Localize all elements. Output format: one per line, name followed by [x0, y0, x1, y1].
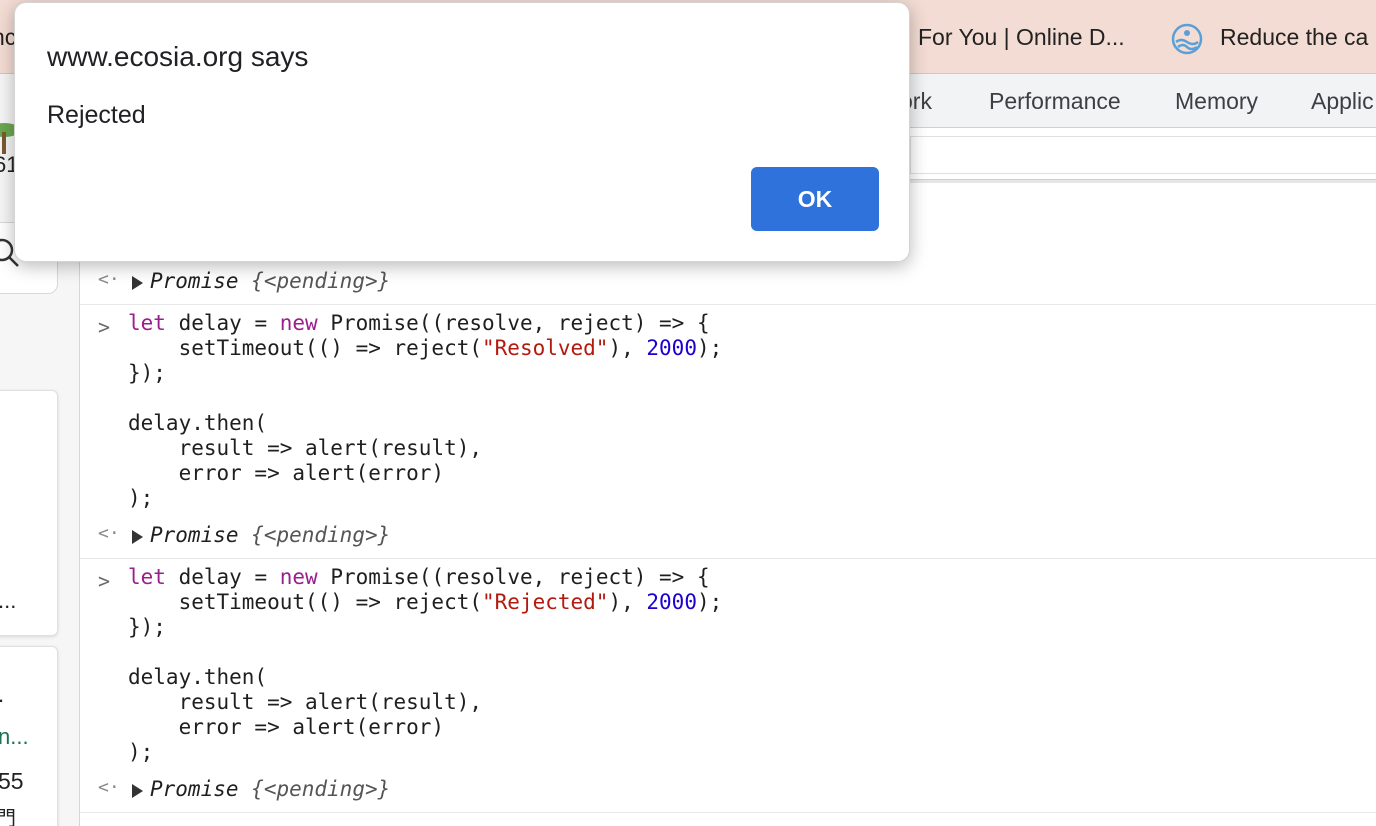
expand-triangle-icon[interactable] — [132, 276, 143, 290]
code-line: delay.then( — [128, 665, 268, 689]
code-line: let delay = new Promise((resolve, reject… — [128, 311, 710, 335]
devtools-tab-performance[interactable]: Performance — [989, 88, 1121, 115]
code-line: }); — [128, 615, 166, 639]
alert-dialog: www.ecosia.org says Rejected OK — [14, 2, 910, 262]
expand-triangle-icon[interactable] — [132, 530, 143, 544]
promise-result[interactable]: Promise {<pending>} — [150, 523, 390, 547]
page-link-fragment[interactable]: n... — [0, 724, 29, 750]
result-arrow-icon: <· — [98, 523, 120, 544]
code-line: setTimeout(() => reject("Resolved"), 200… — [128, 336, 723, 360]
dialog-message: Rejected — [47, 101, 146, 129]
code-line: result => alert(result), — [128, 690, 483, 714]
result-arrow-icon: <· — [98, 777, 120, 798]
code-line: error => alert(error) — [128, 461, 445, 485]
code-line: delay.then( — [128, 411, 268, 435]
ecosia-favicon-icon — [1171, 23, 1203, 55]
browser-tab-for-you[interactable]: For You | Online D... — [918, 24, 1125, 51]
code-line: error => alert(error) — [128, 715, 445, 739]
code-line: setTimeout(() => reject("Rejected"), 200… — [128, 590, 723, 614]
code-line: let delay = new Promise((resolve, reject… — [128, 565, 710, 589]
page-text-fragment: 55 — [0, 768, 24, 794]
console-filter-input[interactable] — [910, 136, 1376, 174]
code-line: }); — [128, 361, 166, 385]
promise-result[interactable]: Promise {<pending>} — [150, 777, 390, 801]
console-result-row[interactable]: <· Promise {<pending>} — [80, 259, 1376, 305]
console-result-row[interactable]: <· Promise {<pending>} — [80, 513, 1376, 559]
console-input-block[interactable]: > let delay = new Promise((resolve, reje… — [80, 565, 1376, 767]
console-panel[interactable]: <· Promise {<pending>} > let delay = new… — [80, 183, 1376, 826]
browser-tab-reduce[interactable]: Reduce the ca — [1220, 24, 1368, 51]
page-text-fragment: ... — [0, 588, 17, 613]
ok-button[interactable]: OK — [751, 167, 879, 231]
console-result-row[interactable]: <· Promise {<pending>} — [80, 767, 1376, 813]
console-input-block[interactable]: > let delay = new Promise((resolve, reje… — [80, 311, 1376, 513]
prompt-chevron-icon: > — [98, 569, 111, 593]
devtools-tab-application[interactable]: Applic — [1311, 88, 1374, 115]
page-text-fragment: . — [0, 682, 4, 708]
expand-triangle-icon[interactable] — [132, 784, 143, 798]
dialog-title: www.ecosia.org says — [47, 41, 309, 72]
result-arrow-icon: <· — [98, 269, 120, 290]
prompt-chevron-icon: > — [98, 315, 111, 339]
code-line: result => alert(result), — [128, 436, 483, 460]
code-line: ); — [128, 740, 154, 764]
promise-result[interactable]: Promise {<pending>} — [150, 269, 390, 293]
page-text-fragment: 門 — [0, 808, 16, 826]
code-line: ); — [128, 486, 154, 510]
devtools-tab-memory[interactable]: Memory — [1175, 88, 1258, 115]
